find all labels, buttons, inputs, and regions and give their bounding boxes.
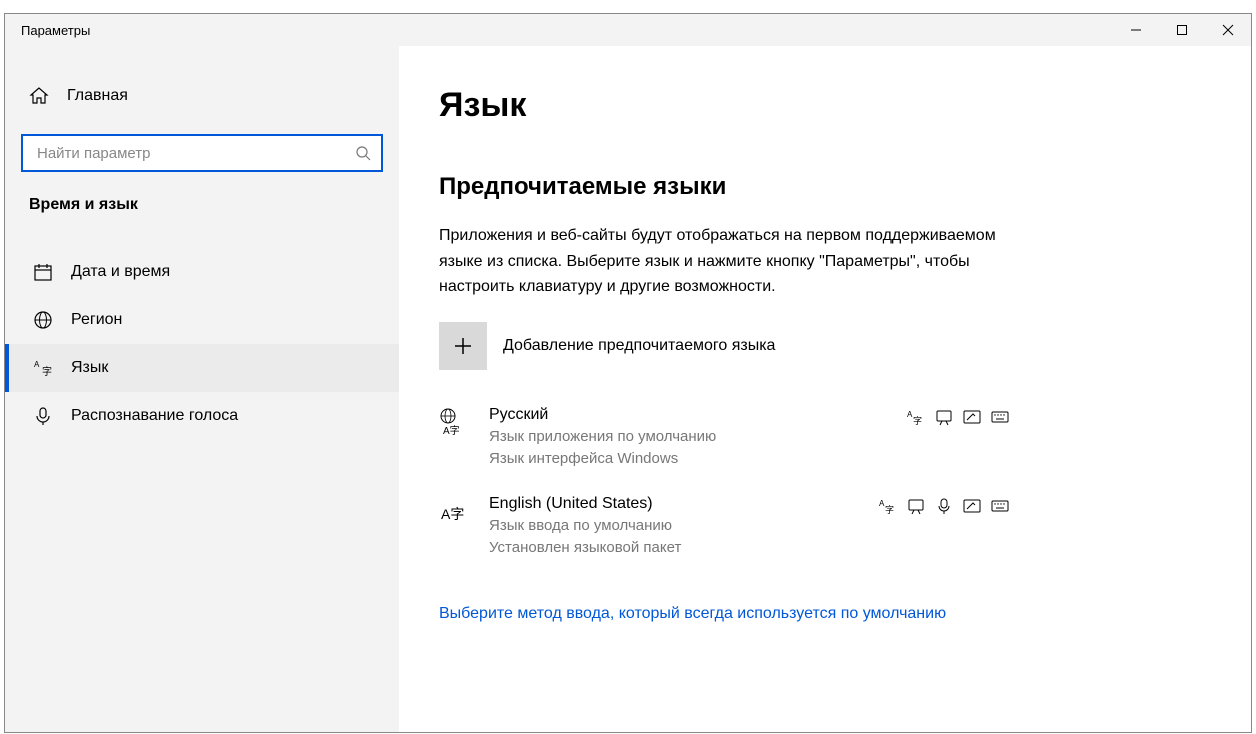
section-title: Предпочитаемые языки [439, 173, 1211, 201]
svg-text:字: 字 [913, 415, 922, 426]
text-to-speech-icon [935, 408, 953, 426]
keyboard-icon [991, 408, 1009, 426]
language-sub1: Язык приложения по умолчанию [489, 426, 907, 449]
minimize-button[interactable] [1113, 14, 1159, 46]
plus-icon [454, 337, 472, 355]
sidebar-item-label: Регион [71, 311, 122, 329]
language-texts: English (United States) Язык ввода по ум… [489, 495, 879, 560]
window-body: Главная Время и язык Дата и время [5, 46, 1251, 732]
search-input[interactable] [37, 145, 355, 162]
language-features: A字 [879, 495, 1009, 560]
language-glyph-icon: A字 [439, 406, 473, 471]
home-icon [29, 86, 49, 106]
sidebar-item-language[interactable]: A字 Язык [5, 344, 399, 392]
settings-window: Параметры Главная [4, 13, 1252, 733]
microphone-icon [33, 406, 53, 426]
content: Язык Предпочитаемые языки Приложения и в… [399, 46, 1251, 732]
page-title: Язык [439, 86, 1211, 125]
svg-text:A字: A字 [441, 506, 464, 522]
sidebar-category: Время и язык [5, 192, 399, 226]
language-texts: Русский Язык приложения по умолчанию Язы… [489, 406, 907, 471]
nav-home[interactable]: Главная [5, 74, 399, 118]
language-glyph-icon: A字 [439, 495, 473, 560]
svg-text:字: 字 [42, 365, 52, 378]
language-item-russian[interactable]: A字 Русский Язык приложения по умолчанию … [439, 394, 1009, 483]
display-language-icon: A字 [907, 408, 925, 426]
language-sub2: Язык интерфейса Windows [489, 448, 907, 471]
window-title: Параметры [21, 23, 90, 38]
sidebar-item-label: Язык [71, 359, 108, 377]
add-language-label: Добавление предпочитаемого языка [503, 337, 775, 355]
text-to-speech-icon [907, 497, 925, 515]
handwriting-icon [963, 408, 981, 426]
sidebar-item-region[interactable]: Регион [5, 296, 399, 344]
minimize-icon [1130, 24, 1142, 36]
svg-text:A字: A字 [443, 424, 460, 436]
sidebar-items: Дата и время Регион A字 Язык [5, 248, 399, 440]
window-controls [1113, 14, 1251, 46]
language-item-english[interactable]: A字 English (United States) Язык ввода по… [439, 483, 1009, 572]
sidebar-item-speech[interactable]: Распознавание голоса [5, 392, 399, 440]
add-language-button[interactable]: Добавление предпочитаемого языка [439, 322, 1211, 370]
sidebar-item-date-time[interactable]: Дата и время [5, 248, 399, 296]
maximize-icon [1176, 24, 1188, 36]
handwriting-icon [963, 497, 981, 515]
search-icon [355, 145, 371, 161]
default-input-method-link[interactable]: Выберите метод ввода, который всегда исп… [439, 602, 999, 626]
globe-icon [33, 310, 53, 330]
sidebar-item-label: Распознавание голоса [71, 407, 238, 425]
nav-home-label: Главная [67, 87, 128, 105]
close-button[interactable] [1205, 14, 1251, 46]
titlebar: Параметры [5, 14, 1251, 46]
plus-icon-box [439, 322, 487, 370]
keyboard-icon [991, 497, 1009, 515]
speech-recognition-icon [935, 497, 953, 515]
sidebar-item-label: Дата и время [71, 263, 170, 281]
calendar-icon [33, 262, 53, 282]
language-name: Русский [489, 406, 907, 424]
language-icon: A字 [33, 358, 53, 378]
maximize-button[interactable] [1159, 14, 1205, 46]
search-input-container[interactable] [21, 134, 383, 172]
section-description: Приложения и веб-сайты будут отображатьс… [439, 223, 999, 300]
display-language-icon: A字 [879, 497, 897, 515]
sidebar: Главная Время и язык Дата и время [5, 46, 399, 732]
language-features: A字 [907, 406, 1009, 471]
language-sub1: Язык ввода по умолчанию [489, 515, 879, 538]
language-sub2: Установлен языковой пакет [489, 537, 879, 560]
svg-text:A: A [34, 360, 40, 369]
language-name: English (United States) [489, 495, 879, 513]
close-icon [1222, 24, 1234, 36]
svg-text:字: 字 [885, 504, 894, 515]
